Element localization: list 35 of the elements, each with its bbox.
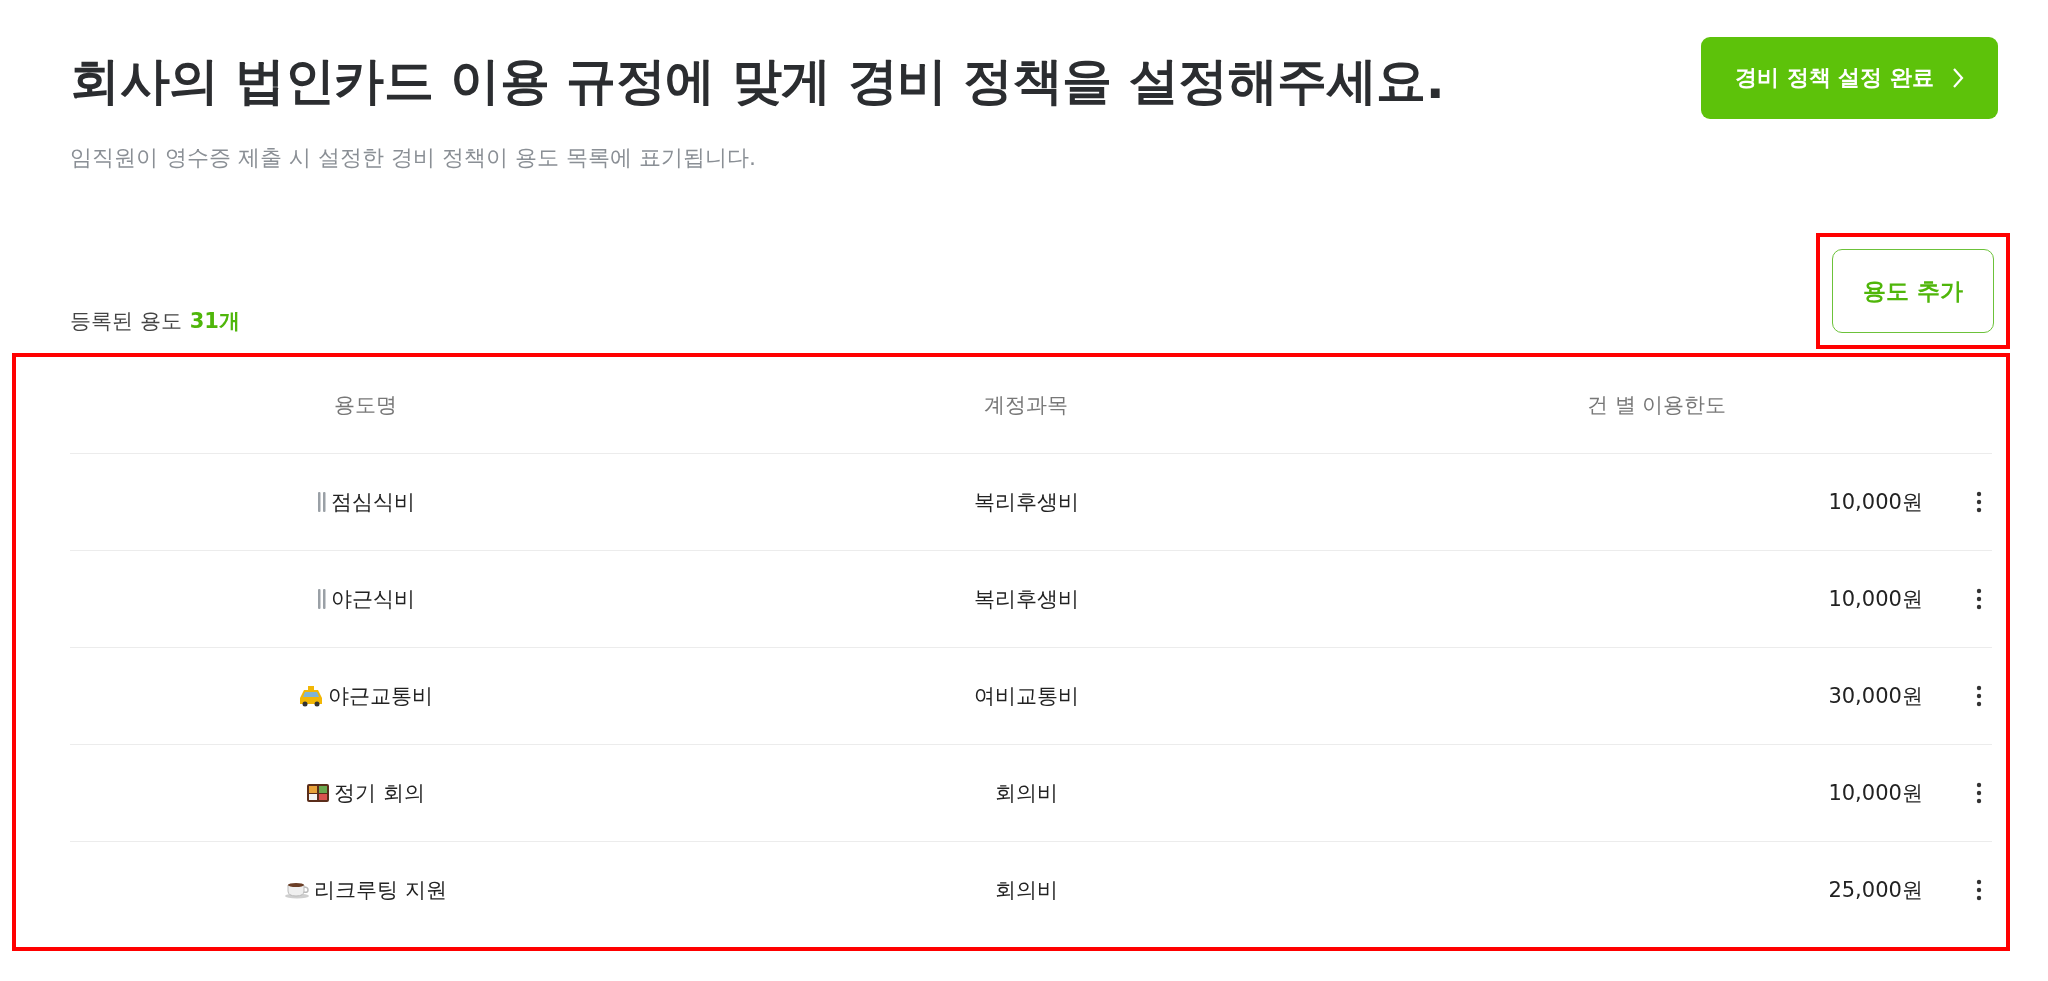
limit-cell-text: 25,000원 [1827,877,1923,904]
coffee-cup-icon [284,881,311,899]
more-icon[interactable] [1976,879,1982,901]
column-header: 계정과목 [983,392,1069,419]
category-name: 야근교통비 [328,683,434,710]
more-icon[interactable] [1976,588,1982,610]
account-cell-text: 여비교통비 [972,683,1080,710]
limit-cell-text: 10,000원 [1827,489,1923,516]
add-button[interactable]: 용도 추가 [1832,249,1994,333]
more-icon[interactable] [1976,782,1982,804]
account-cell-text: 회의비 [993,780,1059,807]
bento-box-icon [306,783,331,803]
more-icon[interactable] [1976,685,1982,707]
category-name: 정기 회의 [334,780,425,807]
account-cell-text: 복리후생비 [972,489,1080,516]
limit-cell-text: 10,000원 [1827,780,1923,807]
taxi-icon [298,685,325,707]
limit-cell-text: 30,000원 [1827,683,1923,710]
category-name: 야근식비 [330,586,415,613]
account-cell-text: 회의비 [993,877,1059,904]
account-cell-text: 복리후생비 [972,586,1080,613]
category-name: 리크루팅 지원 [314,877,447,904]
page-subtitle: 임직원이 영수증 제출 시 설정한 경비 정책이 용도 목록에 표기됩니다. [70,144,757,172]
page-title: 회사의 법인카드 이용 규정에 맞게 경비 정책을 설정해주세요. [70,51,1445,112]
summary-label: 등록된 용도 [70,308,182,335]
limit-cell-text: 10,000원 [1827,586,1923,613]
column-header: 건 별 이용한도 [1586,392,1728,419]
complete-button[interactable]: 경비 정책 설정 완료 [1701,37,1998,119]
summary-count: 31개 [189,308,240,335]
chevron-icon [1952,67,1964,89]
fork-knife-icon [316,491,327,513]
category-name: 점심식비 [330,489,415,516]
column-header: 용도명 [333,392,399,419]
more-icon[interactable] [1976,491,1982,513]
fork-knife-icon [316,588,327,610]
